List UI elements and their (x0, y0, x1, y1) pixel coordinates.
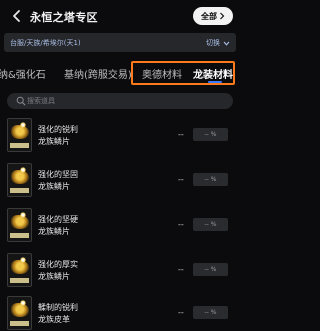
item-percent-badge: -- % (193, 128, 228, 141)
item-name: 鞣制的锐利 龙族皮革 (38, 303, 78, 324)
item-percent-badge: -- % (193, 218, 228, 231)
search-bar[interactable] (7, 93, 233, 109)
item-price: -- (178, 308, 184, 317)
list-item[interactable]: 鞣制的锐利 龙族皮革 -- -- % (0, 292, 240, 331)
item-name: 强化的锐利 龙族鳞片 (38, 125, 78, 146)
chevron-right-icon (220, 12, 225, 20)
search-input[interactable] (27, 93, 217, 109)
server-name: 台服/天族/希埃尔(天1) (10, 39, 81, 47)
item-thumbnail (7, 296, 32, 330)
list-item[interactable]: 强化的厚实 龙族鳞片 -- -- % (0, 249, 240, 293)
item-percent-badge: -- % (193, 306, 228, 319)
item-price: -- (178, 265, 184, 274)
item-name: 强化的厚实 龙族鳞片 (38, 260, 78, 281)
list-item[interactable]: 强化的坚硬 龙族鳞片 -- -- % (0, 204, 240, 248)
switch-label: 切换 (206, 39, 220, 47)
tab-kina-cross-server[interactable]: 基纳(跨服交易) (64, 66, 132, 81)
item-thumbnail (7, 208, 32, 242)
back-arrow-icon[interactable] (10, 9, 24, 23)
list-item[interactable]: 强化的锐利 龙族鳞片 -- -- % (0, 114, 240, 158)
item-price: -- (178, 130, 184, 139)
item-name: 强化的坚固 龙族鳞片 (38, 170, 78, 191)
all-button-label: 全部 (201, 11, 217, 21)
page-title: 永恒之塔专区 (30, 11, 98, 24)
chevron-down-icon (223, 41, 230, 46)
top-header: 永恒之塔专区 全部 (0, 0, 240, 34)
item-thumbnail (7, 163, 32, 197)
item-percent-badge: -- % (193, 173, 228, 186)
item-thumbnail (7, 118, 32, 152)
item-price: -- (178, 175, 184, 184)
item-percent-badge: -- % (193, 263, 228, 276)
item-name: 强化的坚硬 龙族鳞片 (38, 215, 78, 236)
all-button[interactable]: 全部 (193, 7, 233, 25)
item-thumbnail (7, 253, 32, 287)
tab-highlight-box (131, 61, 235, 85)
search-icon (16, 96, 26, 106)
switch-server-button[interactable]: 切换 (206, 38, 230, 48)
server-selector[interactable]: 台服/天族/希埃尔(天1) 切换 (4, 33, 236, 52)
item-price: -- (178, 220, 184, 229)
tab-kina-enchant[interactable]: 纳&强化石 (0, 66, 46, 81)
list-item[interactable]: 强化的坚固 龙族鳞片 -- -- % (0, 159, 240, 203)
